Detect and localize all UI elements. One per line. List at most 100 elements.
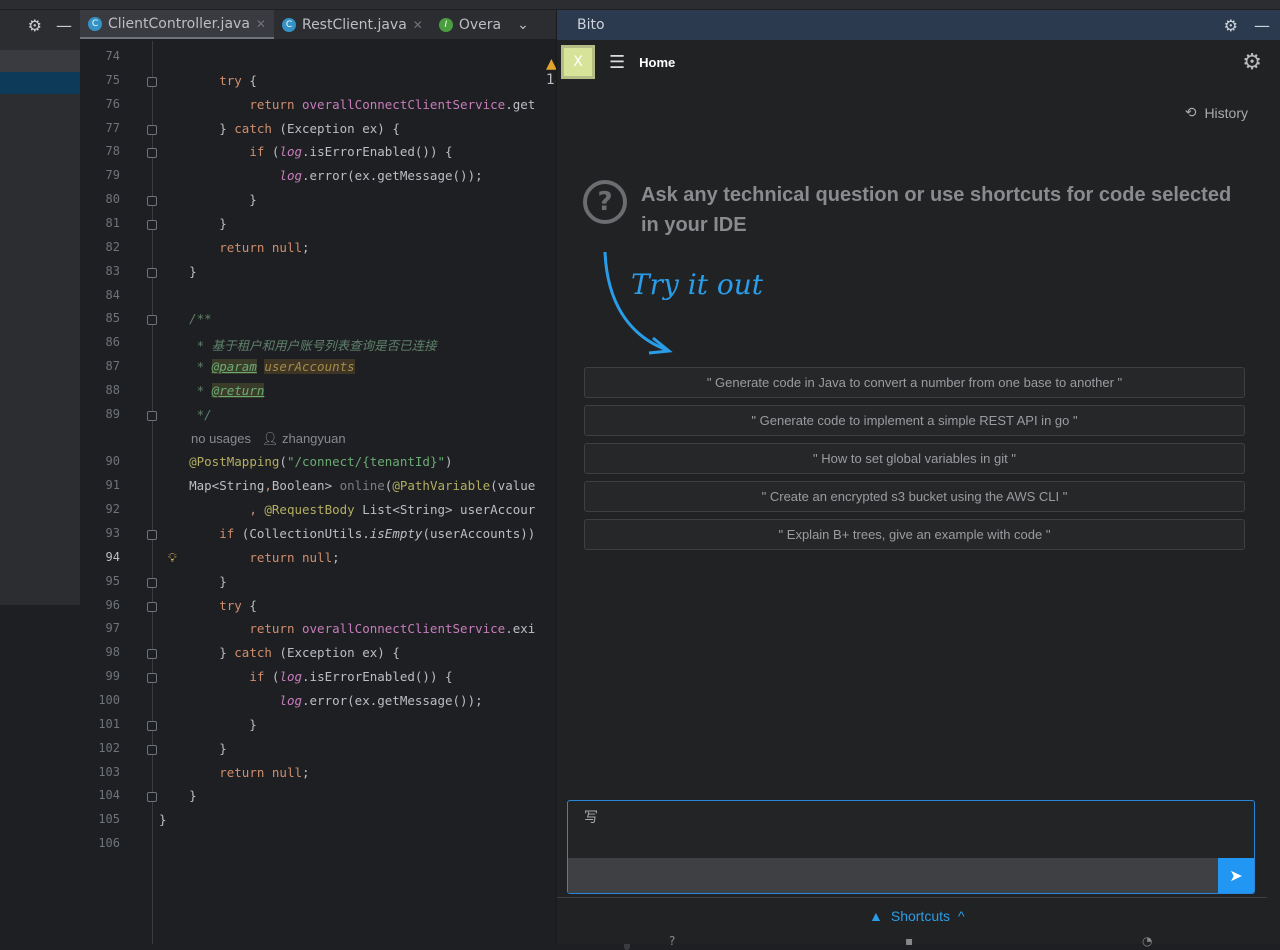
fold-icon[interactable] xyxy=(147,744,157,755)
fold-icon[interactable] xyxy=(147,315,157,326)
send-button[interactable]: ➤ xyxy=(1218,858,1254,893)
line-number: 97 xyxy=(105,621,120,636)
shapes-icon: ▲ xyxy=(869,908,883,924)
code-line: } xyxy=(159,573,227,589)
code-line: return overallConnectClientService.exi xyxy=(249,621,536,637)
shortcuts-toggle[interactable]: ▲ Shortcuts ^ xyxy=(869,908,965,924)
fold-icon[interactable] xyxy=(147,196,157,207)
code-line: Map<String,Boolean> online(@PathVariable… xyxy=(159,478,536,494)
fold-icon[interactable] xyxy=(147,530,157,540)
line-number: 96 xyxy=(105,597,120,612)
code-line: } xyxy=(159,716,257,732)
line-number: 84 xyxy=(105,287,120,302)
prompt-suggestion-button[interactable]: " Generate code to implement a simple RE… xyxy=(584,405,1245,436)
fold-icon[interactable] xyxy=(147,410,157,421)
fold-icon[interactable] xyxy=(147,673,157,684)
line-number: 89 xyxy=(105,406,120,421)
code-line: @PostMapping("/connect/{tenantId}") xyxy=(189,454,453,470)
chat-input[interactable] xyxy=(568,801,1254,856)
gear-icon[interactable]: ⚙ xyxy=(28,16,42,35)
code-line: if (log.isErrorEnabled()) { xyxy=(249,669,453,685)
project-tree-row[interactable] xyxy=(0,50,80,72)
line-number: 91 xyxy=(105,478,120,493)
fold-icon[interactable] xyxy=(147,124,157,135)
project-tree-row-selected[interactable] xyxy=(0,72,80,94)
fold-icon[interactable] xyxy=(147,720,157,731)
line-number: 83 xyxy=(105,263,120,278)
gauge-icon[interactable]: ◔ xyxy=(1142,934,1152,948)
tab-label: Overa xyxy=(458,16,502,33)
line-number: 82 xyxy=(105,239,120,254)
code-line: } xyxy=(159,788,197,804)
class-file-icon: C xyxy=(281,17,296,32)
fold-icon[interactable] xyxy=(147,148,157,159)
prompt-suggestion-button[interactable]: " Explain B+ trees, give an example with… xyxy=(584,519,1245,550)
editor-tabs: C ClientController.java ✕ C RestClient.java ✕… xyxy=(80,10,567,40)
history-icon: ⟲ xyxy=(1184,104,1197,120)
fold-icon[interactable] xyxy=(147,219,157,230)
chat-box: ➤ xyxy=(567,800,1255,894)
history-button[interactable]: ⟲ History xyxy=(1185,104,1248,121)
fold-icon[interactable] xyxy=(147,601,157,612)
code-line: } xyxy=(159,740,227,756)
code-line: return null; xyxy=(219,764,310,780)
code-line: } xyxy=(159,812,167,828)
fold-icon[interactable] xyxy=(147,792,157,803)
menu-icon[interactable]: ☰ xyxy=(609,52,625,73)
code-line: */ xyxy=(159,406,212,422)
line-number: 79 xyxy=(105,168,120,183)
fold-icon[interactable] xyxy=(147,649,157,660)
prompt-suggestion-button[interactable]: " How to set global variables in git " xyxy=(584,443,1245,474)
gear-icon[interactable]: ⚙ xyxy=(1224,16,1238,35)
line-number: 80 xyxy=(105,192,120,207)
avatar[interactable]: X xyxy=(561,45,595,79)
code-line: try { xyxy=(219,72,257,88)
add-icon[interactable]: ▪ xyxy=(905,934,913,948)
intro-text: Ask any technical question or use shortc… xyxy=(641,184,1232,236)
code-line: , @RequestBody List<String> userAccour xyxy=(249,502,536,518)
code-line: * @return xyxy=(159,382,265,398)
line-number: 99 xyxy=(105,669,120,684)
close-icon[interactable]: ✕ xyxy=(413,18,423,32)
help-icon[interactable]: ? xyxy=(669,934,675,948)
bito-title: Bito xyxy=(577,17,605,33)
tab-file[interactable]: C RestClient.java ✕ xyxy=(274,10,431,39)
prompt-suggestion-button[interactable]: " Generate code in Java to convert a num… xyxy=(584,367,1245,398)
minimize-icon[interactable]: — xyxy=(56,16,72,35)
line-number: 105 xyxy=(98,812,120,827)
code-line: * 基于租户和用户账号列表查询是否已连接 xyxy=(159,338,437,354)
class-file-icon: C xyxy=(88,16,102,31)
settings-gear-icon[interactable]: ⚙ xyxy=(1242,50,1262,75)
project-panel: ⚙ — xyxy=(0,10,80,945)
fold-icon[interactable] xyxy=(147,76,157,87)
bito-panel: Bito ⚙ — X ☰ Home ⚙ ⟲ History ? Ask any te… xyxy=(556,10,1280,948)
code-line: if (log.isErrorEnabled()) { xyxy=(249,144,453,160)
code-inlay-hint[interactable]: no usages 👤︎ zhangyuan xyxy=(191,431,346,447)
code-line: } catch (Exception ex) { xyxy=(159,645,400,661)
close-icon[interactable]: ✕ xyxy=(256,17,266,31)
bito-header: Bito ⚙ — xyxy=(557,10,1280,40)
code-line: } xyxy=(159,215,227,231)
line-number: 106 xyxy=(98,836,120,851)
line-number: 102 xyxy=(98,740,120,755)
code-line: return overallConnectClientService.get xyxy=(249,96,536,112)
prompt-suggestion-button[interactable]: " Create an encrypted s3 bucket using th… xyxy=(584,481,1245,512)
line-number: 103 xyxy=(98,764,120,779)
home-link[interactable]: Home xyxy=(639,55,675,70)
line-number: 100 xyxy=(98,692,120,707)
code-line: if (CollectionUtils.isEmpty(userAccounts… xyxy=(219,526,536,541)
line-number: 88 xyxy=(105,382,120,397)
chevron-down-icon[interactable]: ⌄ xyxy=(517,17,529,33)
minimize-icon[interactable]: — xyxy=(1254,16,1270,35)
tab-file[interactable]: I Overa xyxy=(431,10,509,39)
code-line: /** xyxy=(159,311,212,327)
tab-label: ClientController.java xyxy=(108,15,250,32)
line-number: 90 xyxy=(105,454,120,469)
fold-icon[interactable] xyxy=(147,577,157,588)
tab-file[interactable]: C ClientController.java ✕ xyxy=(80,10,274,39)
code-editor[interactable]: C ClientController.java ✕ C RestClient.java ✕… xyxy=(80,10,633,950)
code-line: return null; xyxy=(219,239,310,255)
code-line: try { xyxy=(219,597,257,613)
fold-icon[interactable] xyxy=(147,267,157,278)
line-number: 76 xyxy=(105,96,120,111)
